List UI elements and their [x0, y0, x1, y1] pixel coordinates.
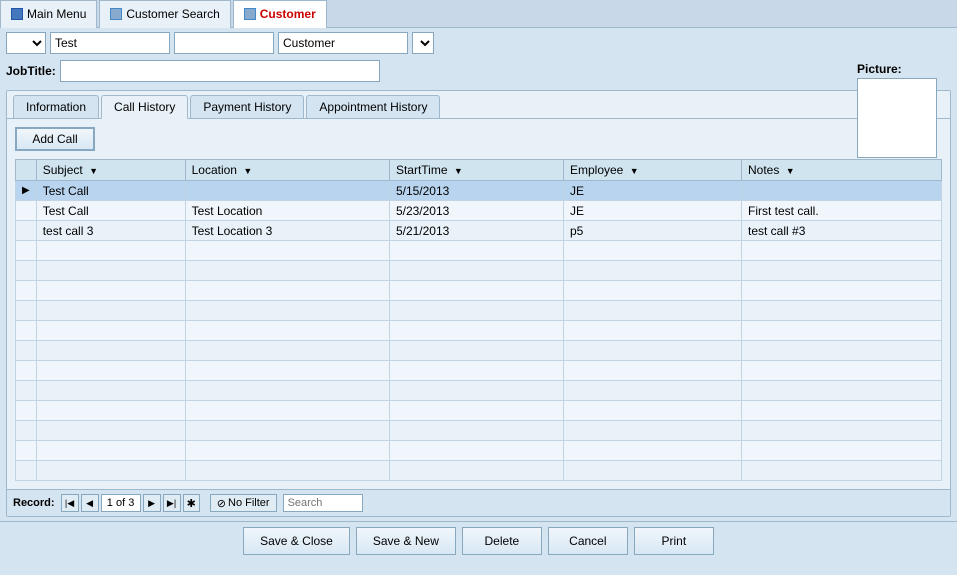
print-button[interactable]: Print [634, 527, 714, 555]
record-nav-label: Record: [13, 497, 55, 509]
nav-last-button[interactable]: ▶| [163, 494, 181, 512]
tab-appointment-history[interactable]: Appointment History [306, 95, 440, 118]
nav-first-button[interactable]: |◀ [61, 494, 79, 512]
customer-search-icon [110, 8, 122, 20]
cell-starttime: 5/23/2013 [389, 201, 563, 221]
col-subject[interactable]: Subject ▼ [36, 160, 185, 181]
tab-payment-history[interactable]: Payment History [190, 95, 304, 118]
record-current-input[interactable] [101, 494, 141, 512]
empty-row [16, 441, 942, 461]
cell-employee: JE [563, 201, 741, 221]
subject-sort-icon: ▼ [89, 166, 98, 176]
inner-card: Information Call History Payment History… [6, 90, 951, 517]
tab-customer-search[interactable]: Customer Search [99, 0, 230, 28]
tab-information[interactable]: Information [13, 95, 99, 118]
cell-subject: Test Call [36, 201, 185, 221]
picture-container: Picture: [857, 62, 937, 158]
tab-customer-label: Customer [260, 7, 316, 21]
filter-icon: ⊘ [217, 497, 226, 510]
tab-customer[interactable]: Customer [233, 0, 327, 28]
cell-location [185, 181, 389, 201]
tab-customer-search-label: Customer Search [126, 7, 219, 21]
empty-row [16, 381, 942, 401]
table-row[interactable]: Test Call Test Location 5/23/2013 JE Fir… [16, 201, 942, 221]
empty-row [16, 241, 942, 261]
cell-notes: First test call. [742, 201, 942, 221]
tab-appointment-history-label: Appointment History [319, 100, 427, 114]
empty-row [16, 301, 942, 321]
picture-box [857, 78, 937, 158]
empty-row [16, 261, 942, 281]
name-prefix-select[interactable] [6, 32, 46, 54]
row-indicator [16, 221, 37, 241]
cell-location: Test Location [185, 201, 389, 221]
tab-payment-history-label: Payment History [203, 100, 291, 114]
cell-subject: Test Call [36, 181, 185, 201]
row-indicator [16, 201, 37, 221]
tab-call-history-label: Call History [114, 100, 175, 114]
middle-name-input[interactable] [174, 32, 274, 54]
top-section: ▼ JobTitle: Picture: [0, 28, 957, 86]
jobtitle-input[interactable] [60, 60, 380, 82]
empty-row [16, 361, 942, 381]
delete-button[interactable]: Delete [462, 527, 542, 555]
empty-row [16, 401, 942, 421]
location-sort-icon: ▼ [243, 166, 252, 176]
first-name-input[interactable] [50, 32, 170, 54]
empty-row [16, 421, 942, 441]
nav-next-button[interactable]: ▶ [143, 494, 161, 512]
add-call-button[interactable]: Add Call [15, 127, 95, 151]
empty-row [16, 341, 942, 361]
save-new-button[interactable]: Save & New [356, 527, 456, 555]
call-history-content: Add Call Subject ▼ Location ▼ StartTime [7, 119, 950, 489]
call-history-table: Subject ▼ Location ▼ StartTime ▼ Employe… [15, 159, 942, 481]
cell-notes: test call #3 [742, 221, 942, 241]
col-notes[interactable]: Notes ▼ [742, 160, 942, 181]
save-close-button[interactable]: Save & Close [243, 527, 350, 555]
notes-sort-icon: ▼ [786, 166, 795, 176]
empty-row [16, 321, 942, 341]
cell-location: Test Location 3 [185, 221, 389, 241]
col-employee[interactable]: Employee ▼ [563, 160, 741, 181]
filter-label: No Filter [228, 497, 270, 509]
jobtitle-label: JobTitle: [6, 64, 56, 78]
table-row[interactable]: test call 3 Test Location 3 5/21/2013 p5… [16, 221, 942, 241]
form-jobtitle-row: JobTitle: [0, 58, 957, 86]
record-nav: Record: |◀ ◀ ▶ ▶| ✱ ⊘ No Filter [7, 489, 950, 516]
form-top-row1: ▼ [0, 28, 957, 58]
cell-starttime: 5/21/2013 [389, 221, 563, 241]
starttime-sort-icon: ▼ [454, 166, 463, 176]
title-bar: Main Menu Customer Search Customer [0, 0, 957, 28]
record-search-input[interactable] [283, 494, 363, 512]
cell-starttime: 5/15/2013 [389, 181, 563, 201]
tab-main-menu[interactable]: Main Menu [0, 0, 97, 28]
bottom-bar: Save & Close Save & New Delete Cancel Pr… [0, 521, 957, 559]
table-row[interactable]: ▶ Test Call 5/15/2013 JE [16, 181, 942, 201]
nav-prev-button[interactable]: ◀ [81, 494, 99, 512]
employee-sort-icon: ▼ [630, 166, 639, 176]
tab-information-label: Information [26, 100, 86, 114]
picture-label: Picture: [857, 62, 937, 76]
empty-row [16, 461, 942, 481]
customer-type-input[interactable] [278, 32, 408, 54]
tab-strip: Information Call History Payment History… [7, 91, 950, 119]
tab-call-history[interactable]: Call History [101, 95, 188, 119]
cancel-button[interactable]: Cancel [548, 527, 628, 555]
empty-row [16, 281, 942, 301]
cell-employee: p5 [563, 221, 741, 241]
cell-notes [742, 181, 942, 201]
cell-employee: JE [563, 181, 741, 201]
main-menu-icon [11, 8, 23, 20]
cell-subject: test call 3 [36, 221, 185, 241]
nav-new-button[interactable]: ✱ [183, 494, 200, 512]
col-location[interactable]: Location ▼ [185, 160, 389, 181]
row-indicator: ▶ [16, 181, 37, 201]
customer-type-select[interactable]: ▼ [412, 32, 434, 54]
tab-main-menu-label: Main Menu [27, 7, 86, 21]
col-starttime[interactable]: StartTime ▼ [389, 160, 563, 181]
col-indicator [16, 160, 37, 181]
customer-icon [244, 8, 256, 20]
filter-button[interactable]: ⊘ No Filter [210, 494, 277, 512]
